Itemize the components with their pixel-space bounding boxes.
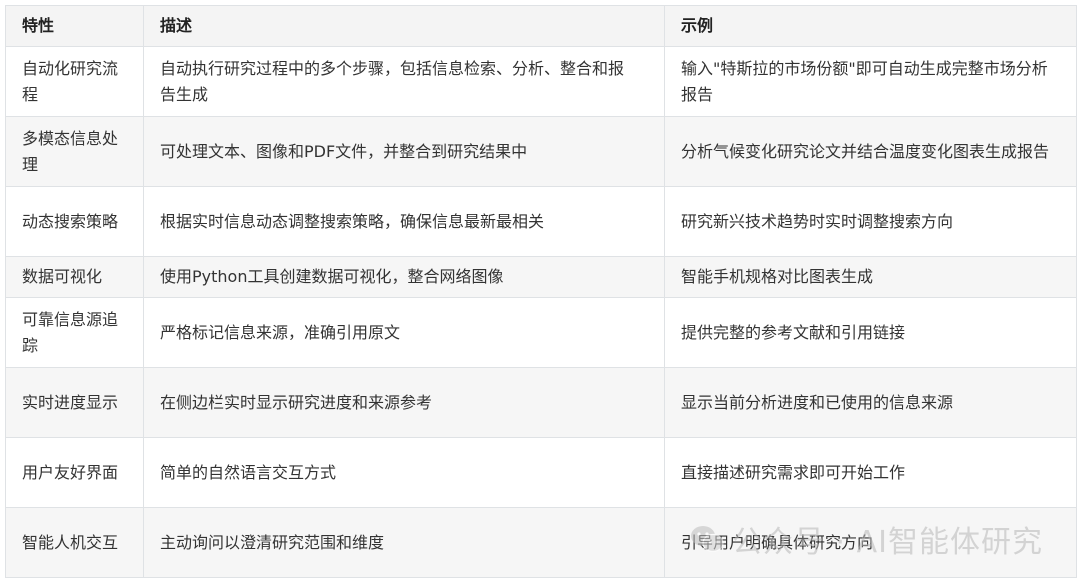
example-cell: 研究新兴技术趋势时实时调整搜索方向 <box>664 186 1077 257</box>
description-cell: 可处理文本、图像和PDF文件，并整合到研究结果中 <box>143 116 665 187</box>
table-row: 智能人机交互 主动询问以澄清研究范围和维度 引导用户明确具体研究方向 <box>5 507 1077 578</box>
example-cell: 提供完整的参考文献和引用链接 <box>664 297 1077 368</box>
example-cell: 分析气候变化研究论文并结合温度变化图表生成报告 <box>664 116 1077 187</box>
description-cell: 在侧边栏实时显示研究进度和来源参考 <box>143 367 665 438</box>
header-description: 描述 <box>143 5 665 47</box>
table-row: 可靠信息源追踪 严格标记信息来源，准确引用原文 提供完整的参考文献和引用链接 <box>5 297 1077 368</box>
feature-cell: 动态搜索策略 <box>5 186 144 257</box>
feature-table-container: 特性 描述 示例 自动化研究流程 自动执行研究过程中的多个步骤，包括信息检索、分… <box>5 5 1077 578</box>
description-cell: 严格标记信息来源，准确引用原文 <box>143 297 665 368</box>
feature-cell: 自动化研究流程 <box>5 46 144 117</box>
table-row: 自动化研究流程 自动执行研究过程中的多个步骤，包括信息检索、分析、整合和报告生成… <box>5 46 1077 117</box>
description-cell: 简单的自然语言交互方式 <box>143 437 665 508</box>
header-example: 示例 <box>664 5 1077 47</box>
table-row: 数据可视化 使用Python工具创建数据可视化，整合网络图像 智能手机规格对比图… <box>5 256 1077 298</box>
example-cell: 直接描述研究需求即可开始工作 <box>664 437 1077 508</box>
feature-cell: 可靠信息源追踪 <box>5 297 144 368</box>
example-cell: 引导用户明确具体研究方向 <box>664 507 1077 578</box>
table-row: 实时进度显示 在侧边栏实时显示研究进度和来源参考 显示当前分析进度和已使用的信息… <box>5 367 1077 438</box>
description-cell: 自动执行研究过程中的多个步骤，包括信息检索、分析、整合和报告生成 <box>143 46 665 117</box>
feature-cell: 数据可视化 <box>5 256 144 298</box>
table-header-row: 特性 描述 示例 <box>5 5 1077 47</box>
feature-cell: 智能人机交互 <box>5 507 144 578</box>
table-row: 用户友好界面 简单的自然语言交互方式 直接描述研究需求即可开始工作 <box>5 437 1077 508</box>
feature-cell: 多模态信息处理 <box>5 116 144 187</box>
feature-cell: 实时进度显示 <box>5 367 144 438</box>
header-feature: 特性 <box>5 5 144 47</box>
feature-cell: 用户友好界面 <box>5 437 144 508</box>
feature-table: 特性 描述 示例 自动化研究流程 自动执行研究过程中的多个步骤，包括信息检索、分… <box>5 5 1077 578</box>
example-cell: 智能手机规格对比图表生成 <box>664 256 1077 298</box>
description-cell: 主动询问以澄清研究范围和维度 <box>143 507 665 578</box>
example-cell: 显示当前分析进度和已使用的信息来源 <box>664 367 1077 438</box>
example-cell: 输入"特斯拉的市场份额"即可自动生成完整市场分析报告 <box>664 46 1077 117</box>
description-cell: 使用Python工具创建数据可视化，整合网络图像 <box>143 256 665 298</box>
table-row: 动态搜索策略 根据实时信息动态调整搜索策略，确保信息最新最相关 研究新兴技术趋势… <box>5 186 1077 257</box>
table-row: 多模态信息处理 可处理文本、图像和PDF文件，并整合到研究结果中 分析气候变化研… <box>5 116 1077 187</box>
description-cell: 根据实时信息动态调整搜索策略，确保信息最新最相关 <box>143 186 665 257</box>
